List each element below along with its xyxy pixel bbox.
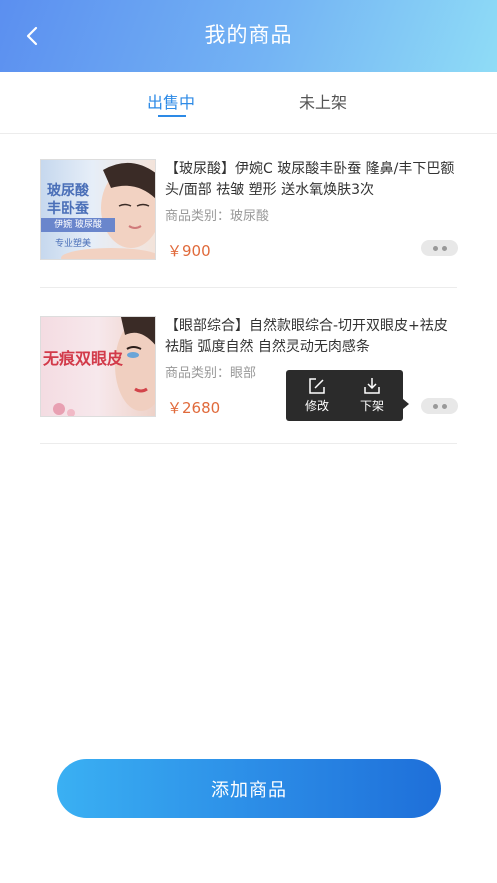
- dot-icon: [432, 403, 438, 409]
- product-price: ￥2680: [167, 399, 221, 417]
- thumb-text-line1: 玻尿酸: [47, 183, 89, 199]
- page-title: 我的商品: [204, 23, 293, 47]
- product-category: 商品类别：玻尿酸: [165, 209, 270, 224]
- unlist-label: 下架: [359, 399, 384, 413]
- app-header: 我的商品: [0, 0, 497, 72]
- active-tab-indicator: [158, 115, 186, 117]
- dot-icon: [441, 403, 447, 409]
- download-icon: [364, 378, 380, 394]
- edit-button[interactable]: 修改: [288, 370, 346, 421]
- product-thumbnail: 玻尿酸 丰卧蚕 伊婉 玻尿酸 专业塑美: [40, 159, 156, 260]
- action-popup: 修改 下架: [286, 370, 409, 421]
- dot-icon: [432, 245, 438, 251]
- thumb-title: 无痕双眼皮: [43, 349, 124, 368]
- product-title: 【玻尿酸】伊婉C 玻尿酸丰卧蚕 隆鼻/丰下巴额头/面部 祛皱 塑形 送水氧焕肤3…: [165, 161, 455, 198]
- product-title: 【眼部综合】自然款眼综合-切开双眼皮+祛皮祛脂 弧度自然 自然灵动无肉感条: [165, 318, 448, 355]
- more-options-button[interactable]: [421, 240, 458, 256]
- add-product-button[interactable]: 添加商品: [57, 759, 441, 818]
- product-category: 商品类别：眼部: [165, 366, 257, 381]
- more-options-button[interactable]: [421, 398, 458, 414]
- tab-bar: 出售中 未上架: [0, 72, 497, 134]
- edit-label: 修改: [304, 399, 329, 413]
- dot-icon: [441, 245, 447, 251]
- thumb-tag: 专业塑美: [55, 239, 92, 249]
- thumb-brand-badge: 伊婉 玻尿酸: [41, 218, 115, 232]
- unlist-button[interactable]: 下架: [343, 370, 401, 421]
- product-thumbnail: 无痕双眼皮: [40, 316, 156, 417]
- tab-on-sale[interactable]: 出售中: [147, 92, 195, 114]
- tab-unlisted[interactable]: 未上架: [299, 92, 347, 114]
- thumb-text-line2: 丰卧蚕: [47, 201, 89, 217]
- product-item[interactable]: 玻尿酸 丰卧蚕 伊婉 玻尿酸 专业塑美 【玻尿酸】伊婉C 玻尿酸丰卧蚕 隆鼻/丰…: [40, 159, 458, 288]
- edit-icon: [309, 378, 325, 394]
- product-price: ￥900: [167, 242, 211, 260]
